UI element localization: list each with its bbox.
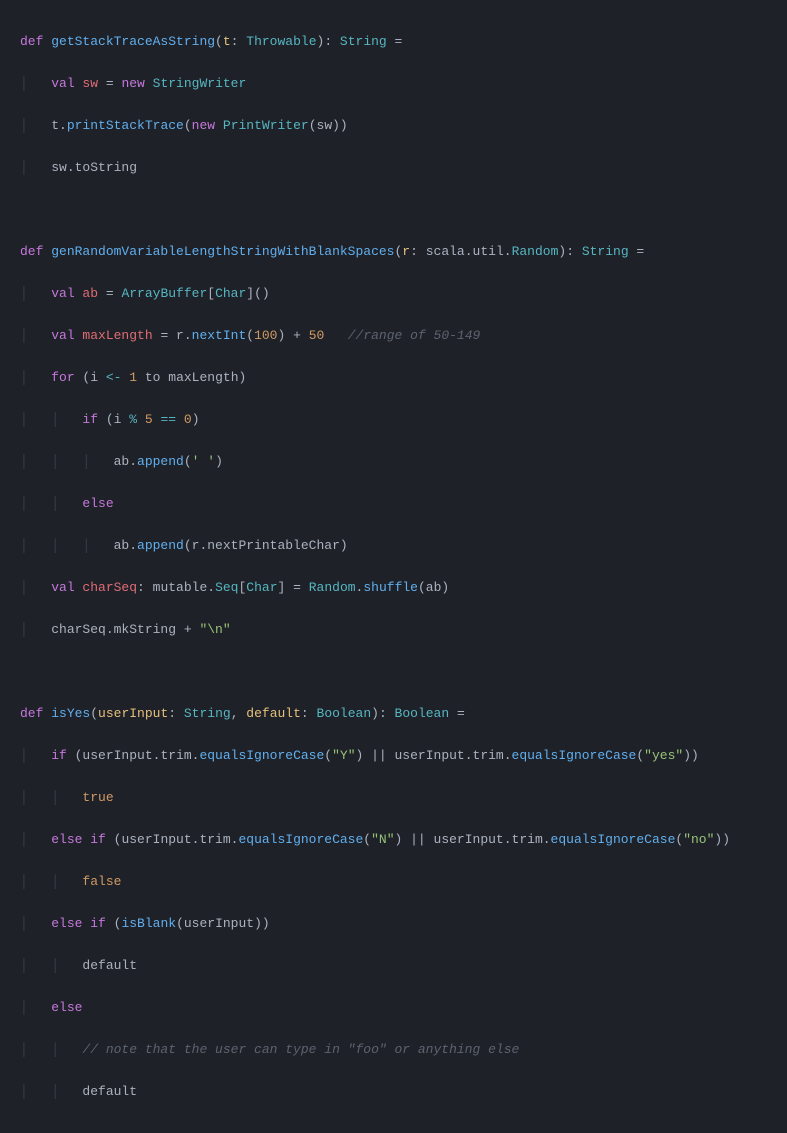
comment: //range of 50-149 xyxy=(348,328,481,343)
code-line: │ │ // note that the user can type in "f… xyxy=(8,1039,787,1060)
code-line: │ t.printStackTrace(new PrintWriter(sw)) xyxy=(8,115,787,136)
code-line: │ for (i <- 1 to maxLength) xyxy=(8,367,787,388)
code-line: │ else if (isBlank(userInput)) xyxy=(8,913,787,934)
code-line: def getStackTraceAsString(t: Throwable):… xyxy=(8,31,787,52)
code-editor[interactable]: def getStackTraceAsString(t: Throwable):… xyxy=(0,0,787,1133)
function-name: genRandomVariableLengthStringWithBlankSp… xyxy=(51,244,394,259)
code-line: │ else if (userInput.trim.equalsIgnoreCa… xyxy=(8,829,787,850)
code-line: │ │ │ ab.append(r.nextPrintableChar) xyxy=(8,535,787,556)
code-line: │ val charSeq: mutable.Seq[Char] = Rando… xyxy=(8,577,787,598)
function-name: getStackTraceAsString xyxy=(51,34,215,49)
blank-line xyxy=(8,199,787,220)
code-line: │ else xyxy=(8,997,787,1018)
code-line: │ val maxLength = r.nextInt(100) + 50 //… xyxy=(8,325,787,346)
code-line: │ │ default xyxy=(8,955,787,976)
code-line: │ │ if (i % 5 == 0) xyxy=(8,409,787,430)
code-line: │ │ false xyxy=(8,871,787,892)
blank-line xyxy=(8,661,787,682)
function-name: isYes xyxy=(51,706,90,721)
type: Throwable xyxy=(246,34,316,49)
code-line: │ val sw = new StringWriter xyxy=(8,73,787,94)
code-line: │ │ else xyxy=(8,493,787,514)
type: String xyxy=(340,34,387,49)
code-line: │ │ default xyxy=(8,1081,787,1102)
code-line: def genRandomVariableLengthStringWithBla… xyxy=(8,241,787,262)
keyword-def: def xyxy=(20,34,43,49)
code-line: │ charSeq.mkString + "\n" xyxy=(8,619,787,640)
code-line: │ if (userInput.trim.equalsIgnoreCase("Y… xyxy=(8,745,787,766)
code-line: │ │ │ ab.append(' ') xyxy=(8,451,787,472)
code-line: │ sw.toString xyxy=(8,157,787,178)
code-line: def isYes(userInput: String, default: Bo… xyxy=(8,703,787,724)
code-line: │ val ab = ArrayBuffer[Char]() xyxy=(8,283,787,304)
code-line: │ │ true xyxy=(8,787,787,808)
comment: // note that the user can type in "foo" … xyxy=(82,1042,519,1057)
